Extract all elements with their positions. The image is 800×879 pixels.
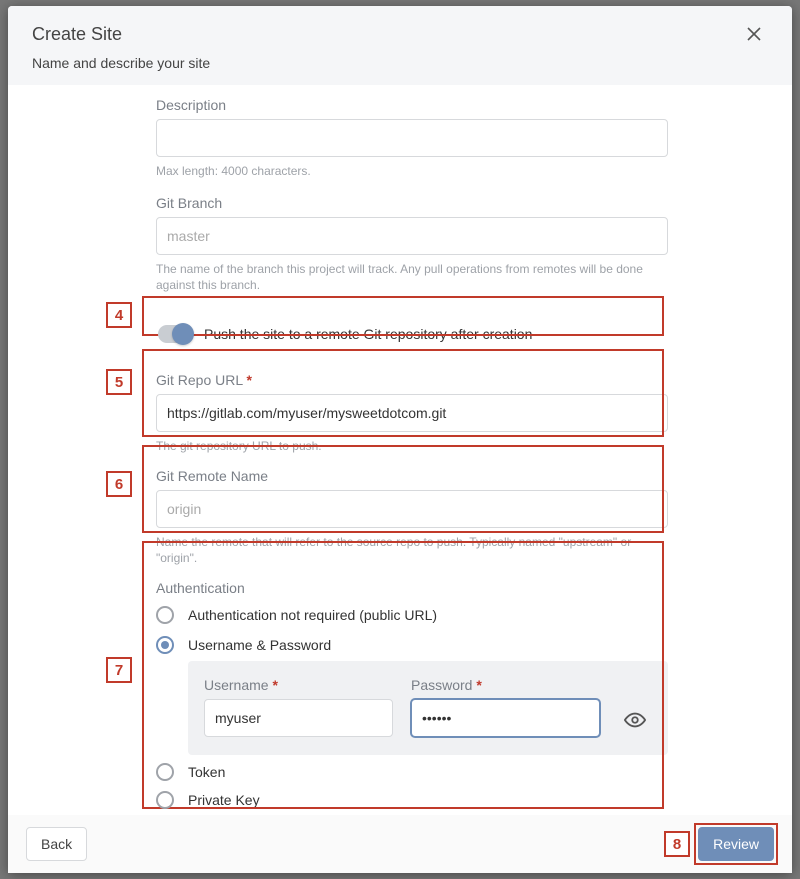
step-badge-5: 5: [106, 369, 132, 395]
radio-icon: [156, 791, 174, 809]
step-badge-8: 8: [664, 831, 690, 857]
description-label: Description: [156, 97, 668, 113]
description-input[interactable]: [156, 119, 668, 157]
radio-icon: [156, 636, 174, 654]
close-icon: [746, 26, 762, 42]
step-box-7: [142, 541, 664, 809]
modal-footer: Back 8 Review: [8, 814, 792, 873]
branch-label: Git Branch: [156, 195, 668, 211]
radio-icon: [156, 606, 174, 624]
step-box-5: [142, 349, 664, 437]
step-box-4: [142, 296, 664, 336]
create-site-modal: Create Site Name and describe your site …: [8, 6, 792, 873]
back-button[interactable]: Back: [26, 827, 87, 861]
step-box-8: [694, 823, 778, 865]
push-toggle[interactable]: [158, 325, 192, 343]
step-badge-4: 4: [106, 302, 132, 328]
branch-field: Git Branch The name of the branch this p…: [156, 195, 668, 293]
radio-icon: [156, 763, 174, 781]
description-hint: Max length: 4000 characters.: [156, 163, 668, 179]
step-badge-7: 7: [106, 657, 132, 683]
step-box-6: [142, 445, 664, 533]
description-field: Description Max length: 4000 characters.: [156, 97, 668, 179]
close-button[interactable]: [746, 26, 770, 50]
modal-body: Description Max length: 4000 characters.…: [8, 85, 792, 814]
branch-hint: The name of the branch this project will…: [156, 261, 668, 293]
modal-subtitle: Name and describe your site: [32, 55, 768, 71]
modal-header: Create Site Name and describe your site: [8, 6, 792, 85]
branch-input[interactable]: [156, 217, 668, 255]
modal-title: Create Site: [32, 24, 768, 45]
toggle-knob: [172, 323, 194, 345]
step-badge-6: 6: [106, 471, 132, 497]
